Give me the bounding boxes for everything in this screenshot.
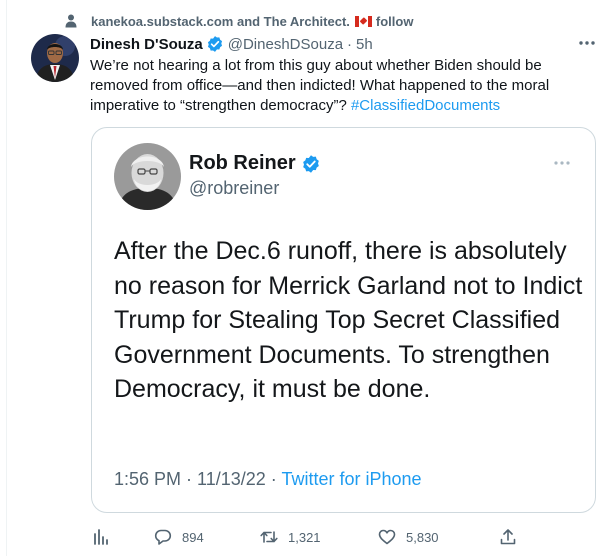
like-count: 5,830 bbox=[406, 529, 439, 545]
quoted-author-handle: @robreiner bbox=[189, 178, 280, 198]
more-options-icon[interactable] bbox=[577, 36, 597, 50]
author-avatar[interactable] bbox=[31, 34, 79, 82]
author-handle[interactable]: @DineshDSouza bbox=[228, 36, 343, 53]
follow-link[interactable]: follow bbox=[376, 14, 414, 29]
like-button[interactable]: 5,830 bbox=[378, 526, 439, 548]
share-icon bbox=[500, 529, 516, 545]
verified-badge-icon bbox=[207, 36, 222, 52]
hashtag-link[interactable]: #ClassifiedDocuments bbox=[351, 97, 500, 114]
separator-dot: · bbox=[347, 35, 353, 53]
share-button[interactable] bbox=[499, 526, 527, 548]
quoted-more-icon bbox=[554, 161, 570, 165]
tweet-timestamp[interactable]: 5h bbox=[356, 36, 373, 53]
action-bar: 894 1,321 5,830 bbox=[92, 526, 587, 548]
reply-count: 894 bbox=[182, 529, 204, 545]
quoted-source: Twitter for iPhone bbox=[281, 469, 422, 489]
canada-flag-icon bbox=[354, 15, 372, 27]
reply-icon bbox=[154, 529, 172, 545]
retweet-count: 1,321 bbox=[288, 529, 321, 545]
quoted-verified-badge-icon bbox=[302, 154, 319, 173]
tweet-text: We’re not hearing a lot from this guy ab… bbox=[90, 56, 585, 116]
quoted-timestamp: 1:56 PM · 11/13/22 · bbox=[114, 469, 282, 489]
retweet-button[interactable]: 1,321 bbox=[260, 526, 321, 548]
social-context[interactable]: kanekoa.substack.com and The Architect. … bbox=[65, 12, 413, 30]
retweet-icon bbox=[260, 531, 278, 543]
quoted-avatar bbox=[114, 143, 181, 210]
attached-image[interactable]: Rob Reiner @robreiner After the Dec.6 ru… bbox=[91, 127, 596, 513]
tweet-header: Dinesh D'Souza @DineshDSouza · 5h bbox=[90, 34, 373, 54]
quoted-tweet-meta: 1:56 PM · 11/13/22 · Twitter for iPhone bbox=[114, 469, 422, 490]
quoted-author-name-text: Rob Reiner bbox=[189, 152, 296, 174]
analytics-button[interactable] bbox=[92, 526, 120, 548]
person-icon bbox=[65, 14, 77, 28]
social-context-text: kanekoa.substack.com and The Architect. bbox=[91, 13, 350, 29]
tweet-container[interactable]: kanekoa.substack.com and The Architect. … bbox=[6, 0, 605, 556]
quoted-author-name: Rob Reiner bbox=[189, 152, 321, 175]
heart-icon bbox=[378, 529, 396, 545]
reply-button[interactable]: 894 bbox=[154, 526, 204, 548]
quoted-tweet-text: After the Dec.6 runoff, there is absolut… bbox=[114, 237, 583, 403]
author-name[interactable]: Dinesh D'Souza bbox=[90, 36, 203, 53]
analytics-icon bbox=[94, 529, 108, 545]
